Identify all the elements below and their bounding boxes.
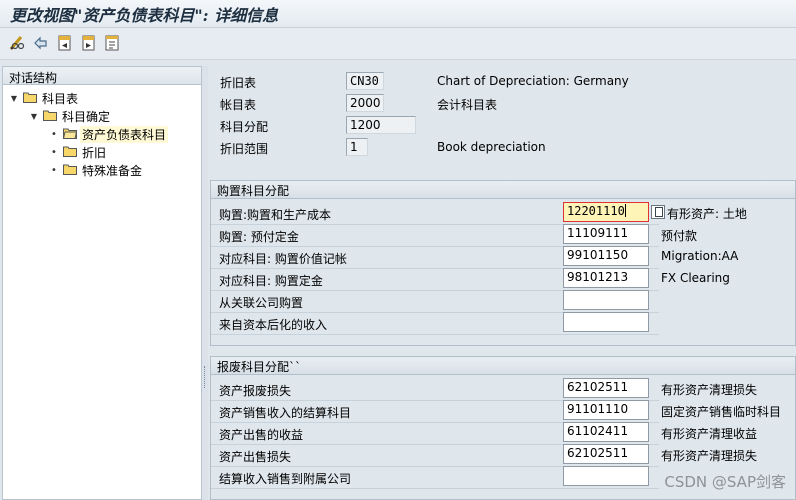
depreciation-area-field[interactable]: 1	[346, 138, 368, 156]
offset-down-payment-desc: FX Clearing	[661, 271, 730, 285]
offset-acquisition-posting-label: 对应科目: 购置价值记帐	[219, 252, 347, 266]
tree-node-balance-sheet-accounts[interactable]: • 资产负债表科目	[49, 125, 169, 143]
tree-node-label: 科目表	[42, 91, 79, 106]
tree-node-chart-of-accounts[interactable]: ▼ 科目表	[9, 89, 80, 107]
previous-entry-icon[interactable]	[56, 34, 74, 52]
expand-toggle-icon[interactable]: ▼	[29, 112, 39, 121]
affiliated-acquisition-label: 从关联公司购置	[219, 296, 304, 310]
splitter-grip[interactable]	[204, 366, 206, 388]
sale-gain-input[interactable]: 61102411	[563, 422, 649, 442]
copy-icon[interactable]	[104, 34, 122, 52]
acquisition-cost-desc: 有形资产: 土地	[667, 207, 747, 221]
chart-of-accounts-field[interactable]: 2000	[346, 94, 384, 112]
folder-icon	[63, 145, 77, 160]
application-toolbar	[0, 28, 796, 60]
capitalized-revenue-input[interactable]	[563, 312, 649, 332]
sale-gain-label: 资产出售的收益	[219, 428, 304, 442]
expand-toggle-icon[interactable]: ▼	[9, 94, 19, 103]
acquisition-group-title: 购置科目分配	[211, 181, 795, 199]
folder-icon	[23, 91, 37, 106]
title-bar: 更改视图"资产负债表科目": 详细信息	[0, 0, 796, 28]
tree-node-depreciation[interactable]: • 折旧	[49, 143, 108, 161]
down-payment-label: 购置: 预付定金	[219, 230, 299, 244]
chart-of-accounts-desc: 会计科目表	[437, 98, 498, 112]
chart-of-depreciation-field[interactable]: CN30	[346, 72, 384, 90]
leaf-bullet-icon: •	[51, 146, 57, 158]
offset-down-payment-label: 对应科目: 购置定金	[219, 274, 323, 288]
offset-acquisition-posting-input[interactable]: 99101150	[563, 246, 649, 266]
depreciation-area-label: 折旧范围	[220, 142, 269, 156]
sale-gain-desc: 有形资产清理收益	[661, 427, 758, 441]
depreciation-area-desc: Book depreciation	[437, 140, 546, 154]
folder-icon	[63, 163, 77, 178]
tree-node-label: 折旧	[82, 145, 107, 160]
offset-down-payment-input[interactable]: 98101213	[563, 268, 649, 288]
acquisition-cost-input[interactable]: 12201110	[563, 202, 649, 222]
tree-node-special-reserves[interactable]: • 特殊准备金	[49, 161, 144, 179]
sales-clearing-input[interactable]: 91101110	[563, 400, 649, 420]
retirement-group-title: 报废科目分配``	[211, 357, 795, 375]
offset-acquisition-posting-desc: Migration:AA	[661, 249, 739, 263]
affiliated-acquisition-input[interactable]	[563, 290, 649, 310]
capitalized-revenue-label: 来自资本后化的收入	[219, 318, 328, 332]
panel-splitter[interactable]	[202, 66, 208, 500]
text-cursor	[624, 204, 626, 217]
retirement-loss-desc: 有形资产清理损失	[661, 383, 758, 397]
account-allocation-label: 科目分配	[220, 120, 269, 134]
sale-loss-desc: 有形资产清理损失	[661, 449, 758, 463]
chart-of-depreciation-desc: Chart of Depreciation: Germany	[437, 74, 629, 88]
tree-node-account-determination[interactable]: ▼ 科目确定	[29, 107, 112, 125]
down-payment-input[interactable]: 11109111	[563, 224, 649, 244]
edit-pencil-glasses-icon[interactable]	[8, 34, 26, 52]
acquisition-cost-value: 12201110	[567, 204, 625, 218]
retirement-loss-label: 资产报废损失	[219, 384, 292, 398]
dialog-structure-panel: 对话结构 ▼ 科目表 ▼ 科目确定 • 资产负债表科目 • 折旧 • 特殊准备金	[2, 66, 202, 500]
leaf-bullet-icon: •	[51, 128, 57, 140]
tree-node-label: 特殊准备金	[82, 163, 143, 178]
tree-node-label: 科目确定	[62, 109, 111, 124]
next-entry-icon[interactable]	[80, 34, 98, 52]
acquisition-cost-label: 购置:购置和生产成本	[219, 208, 332, 222]
chart-of-accounts-label: 帐目表	[220, 98, 257, 112]
sale-loss-label: 资产出售损失	[219, 450, 292, 464]
sales-clearing-desc: 固定资产销售临时科目	[661, 405, 782, 419]
page-title: 更改视图"资产负债表科目": 详细信息	[10, 6, 279, 25]
tree-node-label: 资产负债表科目	[80, 125, 169, 143]
account-allocation-field[interactable]: 1200	[346, 116, 416, 134]
sale-loss-input[interactable]: 62102511	[563, 444, 649, 464]
down-payment-desc: 预付款	[661, 229, 698, 243]
sales-clearing-label: 资产销售收入的结算科目	[219, 406, 352, 420]
acquisition-account-group: 购置科目分配 购置:购置和生产成本 12201110 有形资产: 土地 购置: …	[210, 180, 796, 346]
affiliate-sale-clearing-input[interactable]	[563, 466, 649, 486]
chart-of-depreciation-label: 折旧表	[220, 76, 257, 90]
value-help-icon[interactable]	[651, 205, 665, 219]
folder-icon	[43, 109, 57, 124]
affiliate-sale-clearing-label: 结算收入销售到附属公司	[219, 472, 352, 486]
tree-header: 对话结构	[3, 67, 201, 85]
undo-icon[interactable]	[32, 34, 50, 52]
open-folder-icon	[62, 127, 78, 142]
watermark-text: CSDN @SAP剑客	[664, 473, 786, 491]
leaf-bullet-icon: •	[51, 164, 57, 176]
retirement-loss-input[interactable]: 62102511	[563, 378, 649, 398]
